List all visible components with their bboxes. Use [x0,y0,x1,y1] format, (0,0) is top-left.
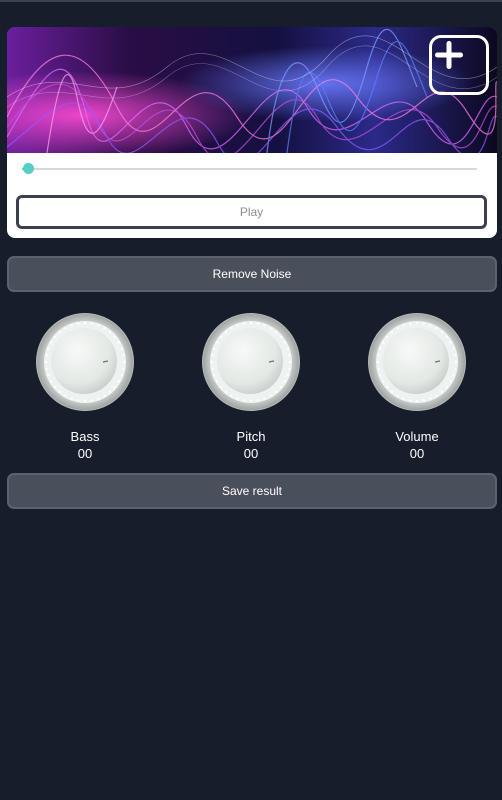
save-result-button[interactable]: Save result [7,473,497,509]
volume-control: Volume 00 [367,313,467,462]
pitch-label: Pitch [236,429,266,444]
player-card: Play [7,27,497,238]
bass-knob[interactable] [36,313,134,411]
bass-value: 00 [77,446,93,461]
knob-graphic [203,314,299,410]
pitch-value: 00 [243,446,259,461]
knob-graphic [369,314,465,410]
seek-track [22,168,477,170]
bass-label: Bass [70,429,100,444]
pitch-control: Pitch 00 [201,313,301,462]
add-audio-button[interactable] [429,35,489,95]
playback-seek-slider[interactable] [22,161,477,177]
volume-label: Volume [395,429,439,444]
pitch-knob[interactable] [202,313,300,411]
status-bar-edge [0,0,502,2]
bass-control: Bass 00 [35,313,135,462]
volume-knob[interactable] [368,313,466,411]
seek-thumb[interactable] [23,163,34,174]
play-button[interactable]: Play [16,195,487,229]
waveform-banner [7,27,497,153]
remove-noise-button[interactable]: Remove Noise [7,256,497,292]
knob-graphic [37,314,133,410]
volume-value: 00 [409,446,425,461]
